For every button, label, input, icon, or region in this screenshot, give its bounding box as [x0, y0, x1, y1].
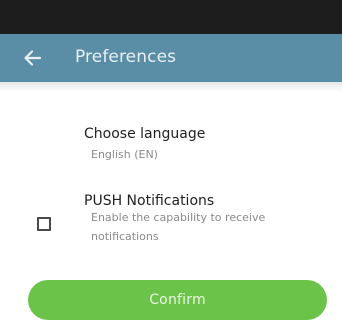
language-value: English (EN)	[91, 148, 158, 161]
back-button[interactable]	[22, 49, 42, 67]
status-bar	[0, 0, 342, 34]
language-title: Choose language	[84, 126, 206, 142]
arrow-left-icon	[24, 50, 42, 66]
page-title: Preferences	[75, 47, 177, 67]
push-notifications-title: PUSH Notifications	[84, 193, 215, 209]
preferences-screen: Preferences Choose language English (EN)…	[0, 0, 342, 321]
confirm-button[interactable]: Confirm	[28, 280, 327, 320]
push-notifications-checkbox[interactable]	[37, 217, 51, 231]
app-bar: Preferences	[0, 34, 342, 82]
app-bar-shadow	[0, 82, 342, 92]
push-notifications-description: Enable the capability to receive notific…	[91, 211, 266, 243]
language-preference[interactable]: Choose language English (EN)	[84, 126, 324, 170]
